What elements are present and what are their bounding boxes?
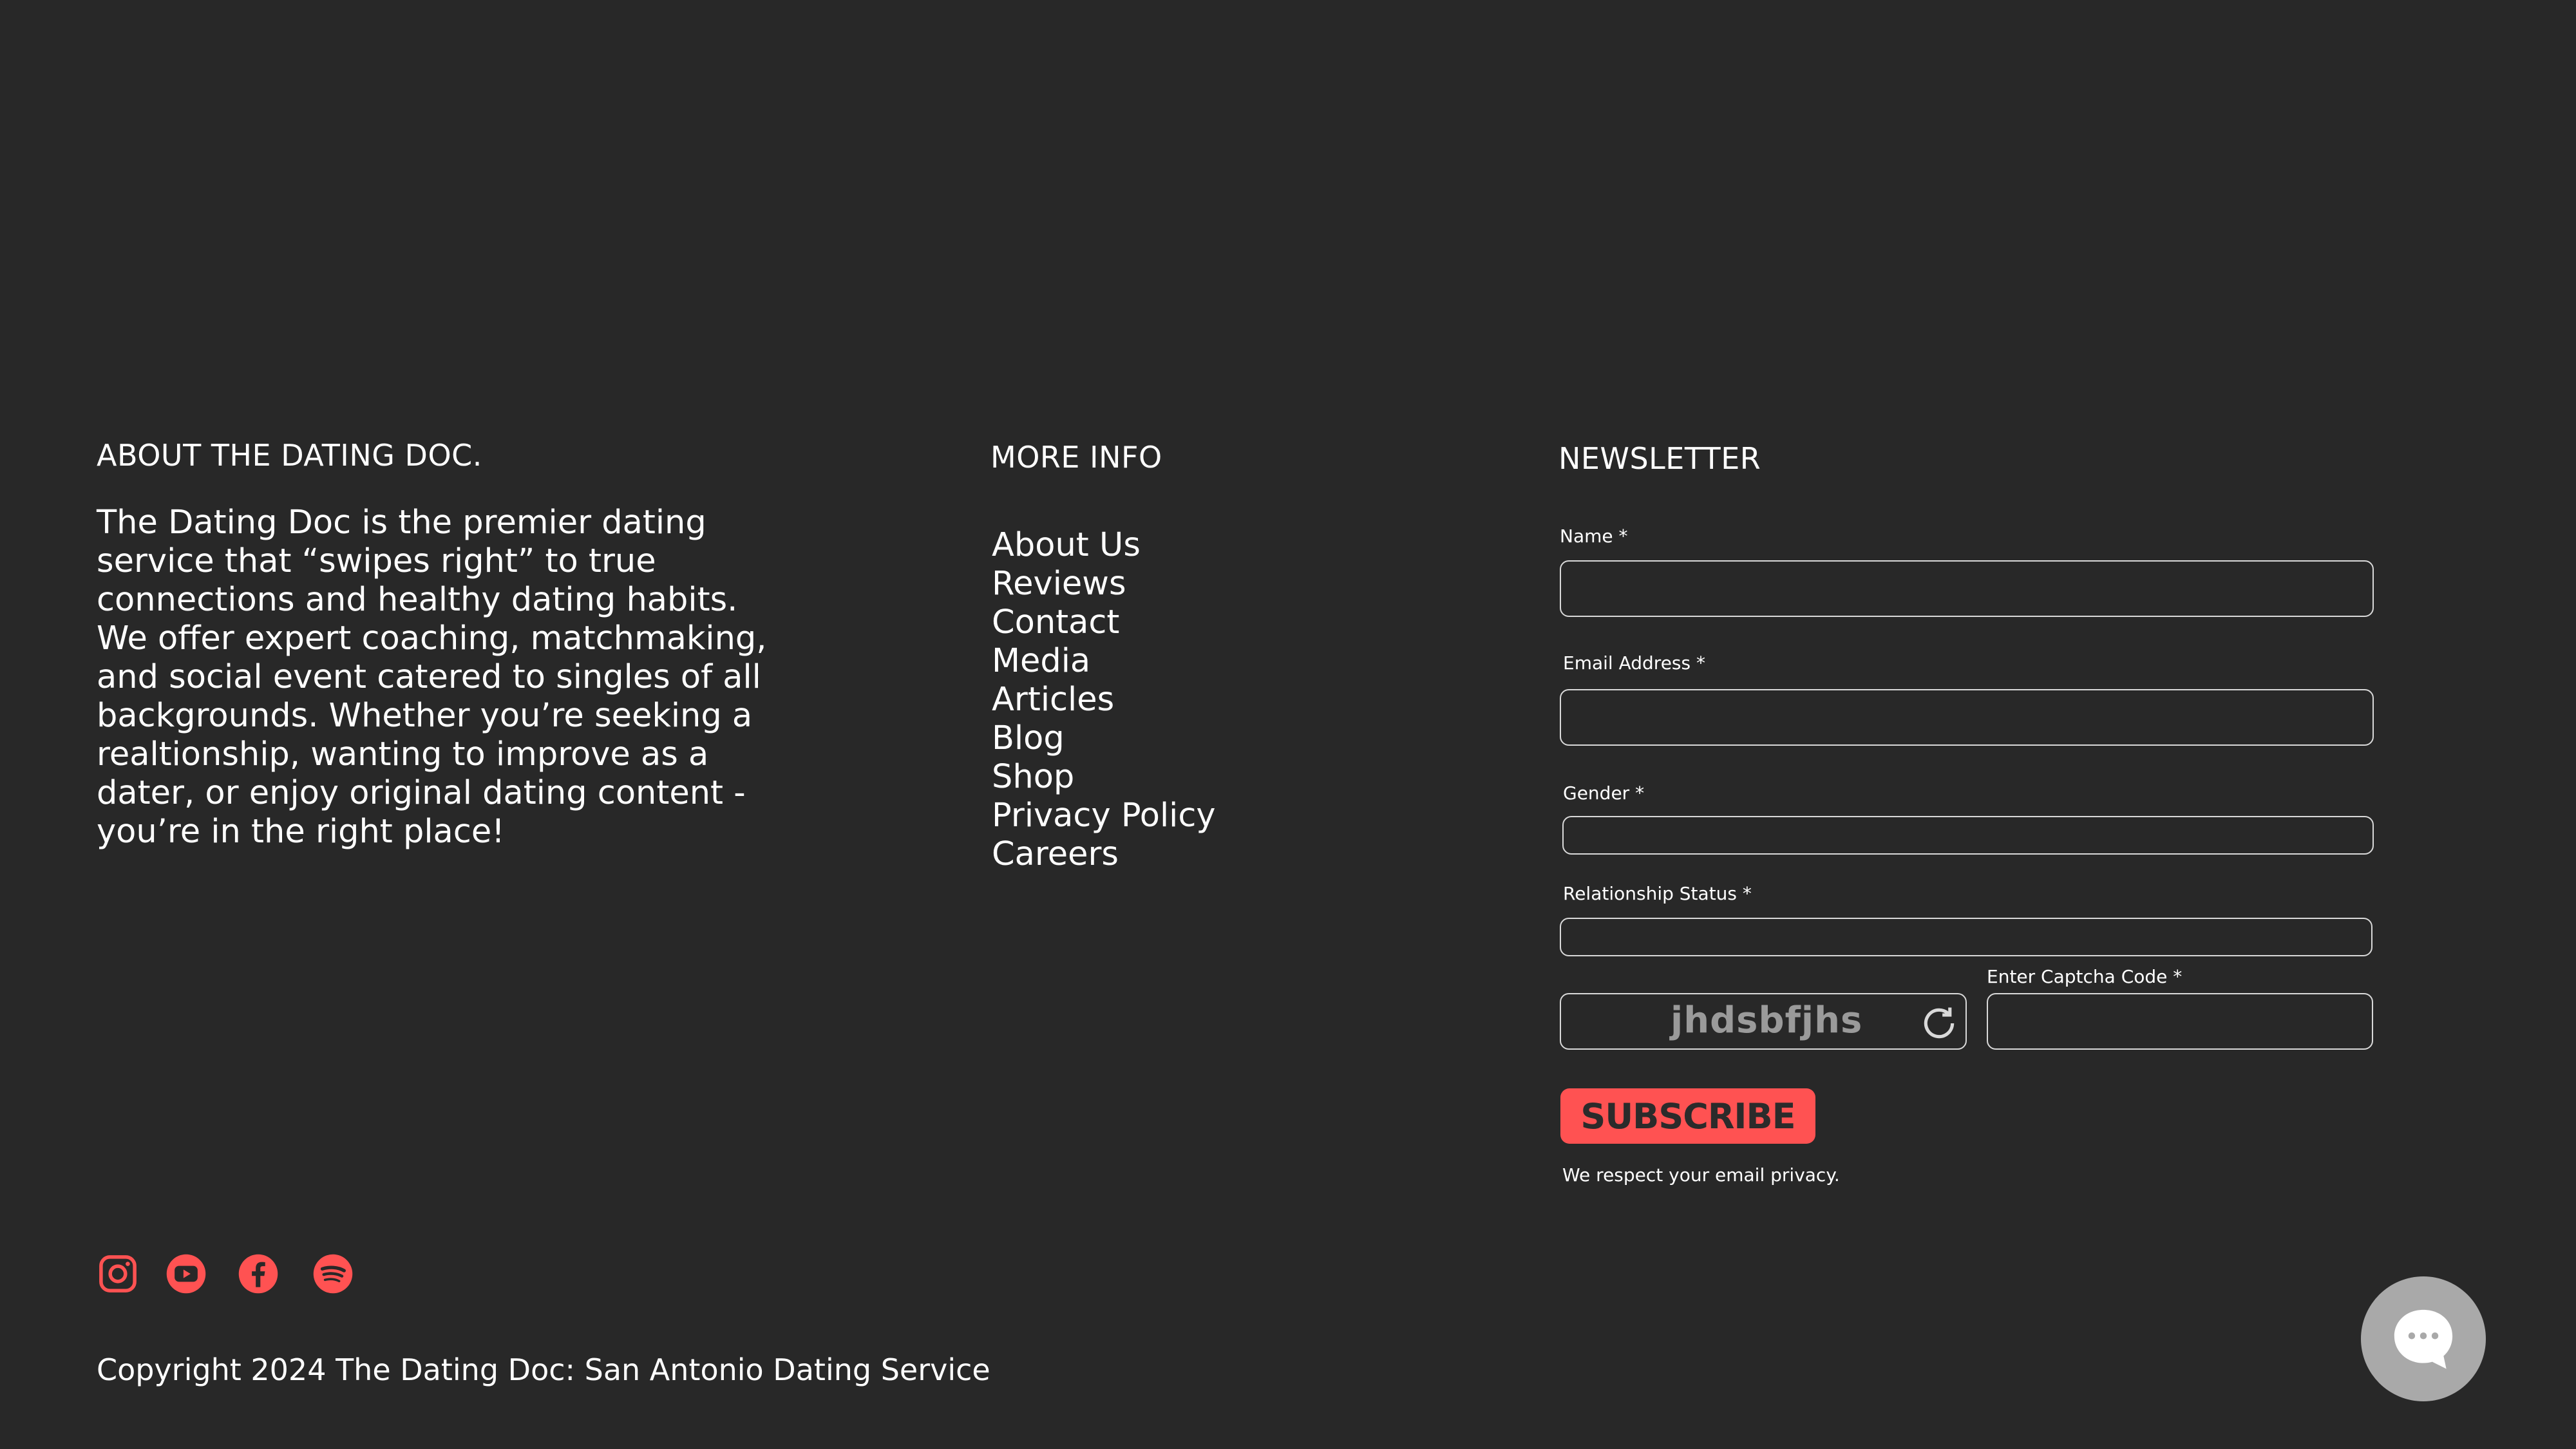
privacy-note: We respect your email privacy. (1562, 1164, 1840, 1186)
link-shop[interactable]: Shop (992, 758, 1216, 797)
youtube-icon[interactable] (165, 1253, 207, 1295)
relationship-status-label: Relationship Status * (1563, 883, 1752, 904)
newsletter-heading: NEWSLETTER (1558, 441, 1761, 476)
about-description: The Dating Doc is the premier dating ser… (97, 504, 767, 851)
relationship-status-select[interactable] (1560, 918, 2372, 956)
newsletter-form: NEWSLETTER Name * Email Address * Gender… (1558, 441, 2376, 1186)
name-label: Name * (1560, 526, 1628, 547)
link-privacy-policy[interactable]: Privacy Policy (992, 797, 1216, 835)
more-info-links: About Us Reviews Contact Media Articles … (990, 526, 1216, 874)
refresh-captcha-icon[interactable] (1919, 1003, 1959, 1043)
name-field[interactable] (1560, 560, 2374, 617)
captcha-image: jhdsbfjhs (1560, 993, 1967, 1050)
email-field[interactable] (1560, 689, 2374, 746)
link-blog[interactable]: Blog (992, 719, 1216, 758)
link-reviews[interactable]: Reviews (992, 565, 1216, 603)
link-media[interactable]: Media (992, 642, 1216, 681)
link-contact[interactable]: Contact (992, 603, 1216, 642)
link-about-us[interactable]: About Us (992, 526, 1216, 565)
chat-bubble-icon (2394, 1309, 2453, 1369)
instagram-icon[interactable] (97, 1253, 139, 1295)
captcha-label: Enter Captcha Code * (1987, 966, 2183, 987)
more-info-heading: MORE INFO (990, 440, 1162, 475)
facebook-icon[interactable] (237, 1253, 279, 1295)
link-articles[interactable]: Articles (992, 681, 1216, 719)
gender-select[interactable] (1562, 816, 2374, 855)
spotify-icon[interactable] (312, 1253, 354, 1295)
chat-button[interactable] (2361, 1276, 2486, 1401)
copyright-text: Copyright 2024 The Dating Doc: San Anton… (97, 1352, 990, 1387)
about-heading: ABOUT THE DATING DOC. (97, 438, 482, 473)
captcha-input[interactable] (1987, 993, 2373, 1050)
link-careers[interactable]: Careers (992, 835, 1216, 874)
captcha-code: jhdsbfjhs (1671, 999, 1863, 1041)
email-label: Email Address * (1563, 652, 1705, 674)
more-info-section: MORE INFO About Us Reviews Contact Media… (990, 440, 1216, 874)
about-section: ABOUT THE DATING DOC. The Dating Doc is … (97, 438, 818, 851)
gender-label: Gender * (1563, 782, 1645, 804)
subscribe-button[interactable]: SUBSCRIBE (1560, 1088, 1815, 1144)
